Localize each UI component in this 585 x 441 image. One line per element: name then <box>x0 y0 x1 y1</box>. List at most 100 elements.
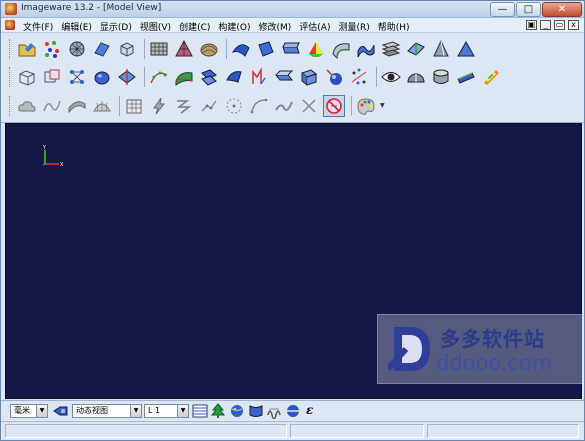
surface-patch-icon[interactable] <box>255 38 277 60</box>
status-panel-middle <box>290 424 424 438</box>
lightning-icon[interactable] <box>148 95 170 117</box>
cube-icon[interactable] <box>116 38 138 60</box>
minimize-button[interactable]: — <box>490 2 515 17</box>
arc-curve-icon[interactable] <box>248 95 270 117</box>
app-logo-icon[interactable] <box>5 3 17 15</box>
toolbar-grip[interactable] <box>9 67 12 87</box>
menu-item-0[interactable]: 文件(F) <box>19 19 57 34</box>
mdi-close-button[interactable]: x <box>568 20 579 30</box>
spring-coil-icon[interactable] <box>266 403 282 419</box>
twist-gray-icon[interactable] <box>66 95 88 117</box>
fan-gray-icon[interactable] <box>91 95 113 117</box>
menu-items: 文件(F) 编辑(E) 显示(D) 视图(V) 创建(C) 构建(O) 修改(M) 评估(A)… <box>19 19 414 34</box>
menu-item-1[interactable]: 编辑(E) <box>57 19 96 34</box>
close-button[interactable]: ✕ <box>542 2 582 17</box>
bend-curve-icon[interactable] <box>273 95 295 117</box>
toolbar-grip[interactable] <box>9 39 12 59</box>
document-menu-icon[interactable] <box>5 20 15 30</box>
table-grid-icon[interactable] <box>123 95 145 117</box>
unit-select-value: 毫米 <box>14 406 30 415</box>
flat-fold-icon[interactable] <box>405 38 427 60</box>
trim-surface-icon[interactable] <box>273 66 295 88</box>
pyramid-mesh-icon[interactable] <box>173 38 195 60</box>
flag-surface-icon[interactable] <box>248 403 264 419</box>
shell-mesh-icon[interactable] <box>198 38 220 60</box>
unit-select[interactable]: 毫米 ▼ <box>10 404 48 418</box>
title-bar: Imageware 13.2 - [Model View] — □ ✕ <box>1 1 584 18</box>
tri-color-blend-icon[interactable] <box>305 38 327 60</box>
cylinder-icon[interactable] <box>430 66 452 88</box>
eye-view-icon[interactable] <box>380 66 402 88</box>
menu-item-7[interactable]: 评估(A) <box>295 19 334 34</box>
cloud-gray-icon[interactable] <box>16 95 38 117</box>
green-patch-icon[interactable] <box>173 66 195 88</box>
palette-icon[interactable] <box>355 95 377 117</box>
scan-grid-icon[interactable] <box>148 38 170 60</box>
bottom-toolbar: 毫米 ▼ 动态视图 ▼ L 1 ▼ ε <box>1 400 584 420</box>
scatter-points-icon[interactable] <box>348 66 370 88</box>
cone-surface-icon[interactable] <box>430 38 452 60</box>
no-entry-icon[interactable] <box>323 95 345 117</box>
color-map-icon[interactable] <box>480 66 502 88</box>
connect-nodes-icon[interactable] <box>198 95 220 117</box>
toolbar-row-1 <box>9 36 480 62</box>
menu-item-2[interactable]: 显示(D) <box>96 19 136 34</box>
maximize-button[interactable]: □ <box>516 2 541 17</box>
cross-icon[interactable] <box>298 95 320 117</box>
layer-select[interactable]: L 1 ▼ <box>144 404 189 418</box>
transform-box-icon[interactable] <box>41 66 63 88</box>
zigzag-icon[interactable] <box>173 95 195 117</box>
node-graph-icon[interactable] <box>66 66 88 88</box>
mdi-maximize-button[interactable]: ▭ <box>554 20 565 30</box>
app-window: Imageware 13.2 - [Model View] — □ ✕ 文件(F… <box>0 0 585 441</box>
toolbar-overflow-arrow[interactable]: ▼ <box>380 96 386 116</box>
point-cloud-icon[interactable] <box>41 38 63 60</box>
axis-triad-icon: Y X <box>42 145 64 168</box>
menu-item-5[interactable]: 构建(O) <box>214 19 254 34</box>
toolbar-row-2 <box>9 64 505 90</box>
sphere-half-icon[interactable] <box>285 403 301 419</box>
mdi-restore-button[interactable]: ▣ <box>526 20 537 30</box>
triangle-surface-icon[interactable] <box>455 38 477 60</box>
sphere-probe-icon[interactable] <box>323 66 345 88</box>
view-mode-value: 动态视图 <box>76 406 108 415</box>
menu-item-4[interactable]: 创建(C) <box>175 19 214 34</box>
toolbar-grip[interactable] <box>9 96 12 116</box>
half-disc-icon[interactable] <box>405 66 427 88</box>
offset-surface-icon[interactable] <box>223 66 245 88</box>
menu-item-9[interactable]: 帮助(H) <box>374 19 414 34</box>
sphere-blob-icon[interactable] <box>91 66 113 88</box>
menu-item-3[interactable]: 视图(V) <box>136 19 175 34</box>
layer-list-icon[interactable] <box>192 403 208 419</box>
epsilon-tolerance-button[interactable]: ε <box>306 403 313 417</box>
view-mode-select[interactable]: 动态视图 ▼ <box>72 404 142 418</box>
grid-panel-icon[interactable] <box>298 66 320 88</box>
flat-bar-icon[interactable] <box>455 66 477 88</box>
curve-points-icon[interactable] <box>148 66 170 88</box>
mdi-minimize-button[interactable]: _ <box>540 20 551 30</box>
dashed-circle-icon[interactable] <box>223 95 245 117</box>
curve-gray-icon[interactable] <box>41 95 63 117</box>
tree-icon[interactable] <box>210 403 226 419</box>
open-folder-icon[interactable] <box>16 38 38 60</box>
plane-surface-icon[interactable] <box>91 38 113 60</box>
status-panel-main <box>5 424 287 438</box>
plane-intersect-icon[interactable] <box>116 66 138 88</box>
window-title: Imageware 13.2 - [Model View] <box>21 3 162 13</box>
stacked-surfaces-icon[interactable] <box>380 38 402 60</box>
menu-bar: 文件(F) 编辑(E) 显示(D) 视图(V) 创建(C) 构建(O) 修改(M) 评估(A)… <box>1 18 584 33</box>
model-viewport[interactable]: Y X 多多软件站 ddooo.com <box>5 123 584 399</box>
globe-sphere-icon[interactable] <box>229 403 245 419</box>
menu-item-8[interactable]: 测量(R) <box>334 19 373 34</box>
loft-surface-icon[interactable] <box>280 38 302 60</box>
watermark-title: 多多软件站 <box>440 327 545 351</box>
fillet-surface-icon[interactable] <box>198 66 220 88</box>
mesh-sphere-icon[interactable] <box>66 38 88 60</box>
blue-surface-icon[interactable] <box>230 38 252 60</box>
curved-surface-icon[interactable] <box>330 38 352 60</box>
extrude-arrow-icon[interactable] <box>248 66 270 88</box>
wire-box-icon[interactable] <box>16 66 38 88</box>
view-camera-icon[interactable] <box>53 403 69 419</box>
wave-surface-icon[interactable] <box>355 38 377 60</box>
menu-item-6[interactable]: 修改(M) <box>254 19 295 34</box>
